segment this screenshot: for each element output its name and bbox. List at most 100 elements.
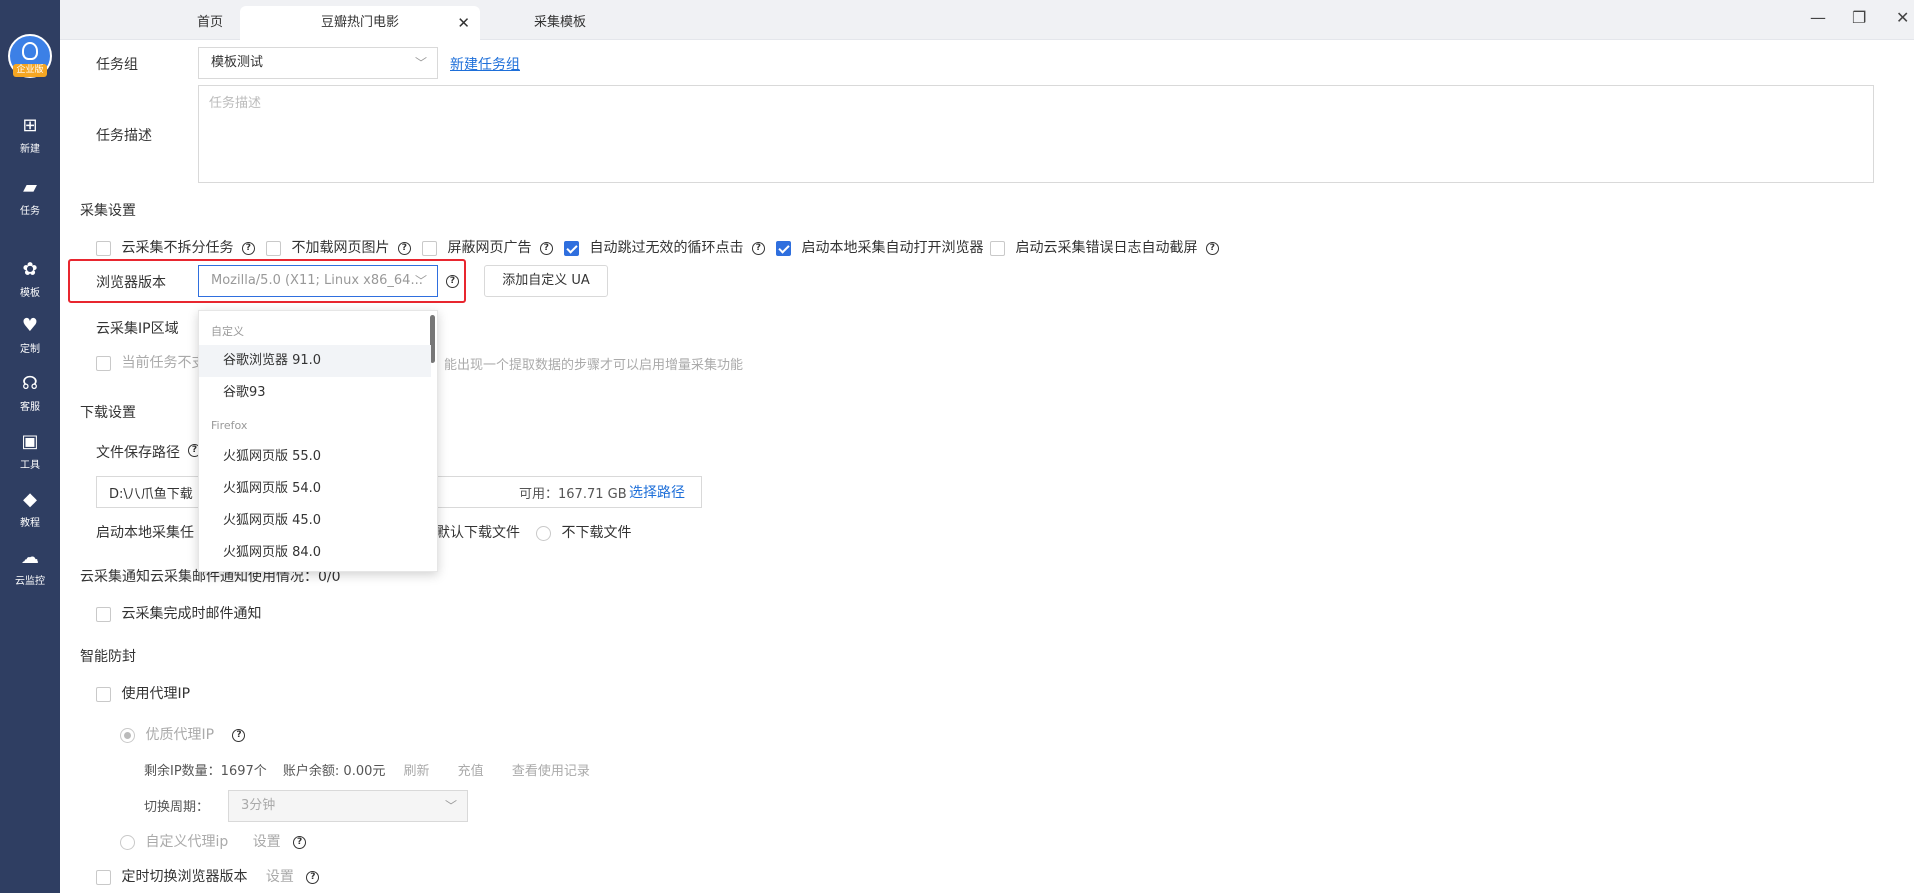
user-icon <box>22 42 38 60</box>
sidebar-item-support[interactable]: ☊ 客服 <box>0 374 60 414</box>
task-desc-textarea[interactable]: 任务描述 <box>198 85 1874 183</box>
timed-switch-settings-link[interactable]: 设置 <box>266 869 294 885</box>
sidebar-item-task[interactable]: ▰ 任务 <box>0 178 60 218</box>
incremental-text-prefix: 当前任务不支 <box>121 355 206 371</box>
checkbox[interactable] <box>96 606 111 622</box>
tab-label: 豆瓣热门电影 <box>320 15 399 30</box>
account-balance: 账户余额: 0.00元 <box>282 764 386 779</box>
sidebar: 企业版 ⊞ 新建 ▰ 任务 ✿ 模板 ♥ 定制 ☊ 客服 ▣ 工具 ◆ 教程 ☁… <box>0 0 60 893</box>
dropdown-item[interactable]: 谷歌93 <box>199 377 431 409</box>
sidebar-item-cloud-monitor[interactable]: ☁ 云监控 <box>0 548 60 588</box>
option-block-ads[interactable]: 屏蔽网页广告 ? <box>422 237 553 257</box>
sidebar-item-label: 工具 <box>20 460 40 471</box>
option-error-screenshot[interactable]: 启动云采集错误日志自动截屏 ? <box>990 237 1219 257</box>
option-label: 使用代理IP <box>121 686 191 702</box>
checkbox-checked[interactable] <box>776 240 791 256</box>
sidebar-item-tutorial[interactable]: ◆ 教程 <box>0 490 60 530</box>
sidebar-item-template[interactable]: ✿ 模板 <box>0 259 60 300</box>
radio <box>120 834 135 850</box>
checkbox <box>96 355 111 371</box>
sidebar-item-label: 新建 <box>20 144 40 155</box>
checkbox[interactable] <box>266 240 281 256</box>
option-label: 云采集完成时邮件通知 <box>121 606 262 622</box>
task-group-label: 任务组 <box>96 57 138 73</box>
option-open-browser[interactable]: 启动本地采集自动打开浏览器 <box>776 237 983 257</box>
dropdown-item[interactable]: 火狐网页版 45.0 <box>199 505 431 537</box>
recharge-link[interactable]: 充值 <box>458 764 484 779</box>
radio[interactable] <box>536 525 551 541</box>
close-icon[interactable]: ✕ <box>457 6 470 40</box>
edition-badge: 企业版 <box>13 64 47 77</box>
chevron-down-icon: ﹀ <box>444 799 457 813</box>
option-no-images[interactable]: 不加载网页图片 ? <box>266 237 411 257</box>
tab-douban[interactable]: 豆瓣热门电影 ✕ <box>240 6 480 40</box>
anti-block-heading: 智能防封 <box>80 649 136 665</box>
tab-templates[interactable]: 采集模板 <box>470 6 650 40</box>
checkbox[interactable] <box>96 686 111 702</box>
sidebar-item-label: 教程 <box>20 518 40 529</box>
task-group-value: 模板测试 <box>211 55 264 70</box>
usage-record-link[interactable]: 查看使用记录 <box>512 764 590 779</box>
custom-proxy-option: 自定义代理ip 设置 ? <box>120 831 307 851</box>
option-label: 启动云采集错误日志自动截屏 <box>1015 240 1198 256</box>
help-icon[interactable]: ? <box>539 241 553 255</box>
dropdown-item[interactable]: 谷歌浏览器 91.0 <box>199 345 431 377</box>
option-label: 自动跳过无效的循环点击 <box>589 240 744 256</box>
option-label: 云采集不拆分任务 <box>121 240 234 256</box>
checkbox[interactable] <box>422 240 437 256</box>
avatar[interactable]: 企业版 <box>8 34 52 78</box>
help-icon[interactable]: ? <box>232 728 246 742</box>
cloud-ip-region-label: 云采集IP区域 <box>96 321 179 337</box>
browser-version-dropdown: 自定义 谷歌浏览器 91.0 谷歌93 Firefox 火狐网页版 55.0 火… <box>198 310 438 572</box>
minimize-icon[interactable]: — <box>1810 8 1826 27</box>
browser-version-select[interactable]: Mozilla/5.0 (X11; Linux x86_64... ﹀ <box>198 265 438 297</box>
template-icon: ✿ <box>22 259 38 280</box>
timed-switch-browser-option[interactable]: 定时切换浏览器版本 设置 ? <box>96 866 320 886</box>
tab-bar: 首页 豆瓣热门电影 ✕ 采集模板 — ❐ ✕ <box>60 0 1914 40</box>
checkbox[interactable] <box>990 240 1005 256</box>
close-window-icon[interactable]: ✕ <box>1896 8 1909 27</box>
option-skip-loop[interactable]: 自动跳过无效的循环点击 ? <box>564 237 765 257</box>
choose-path-link[interactable]: 选择路径 <box>629 482 685 502</box>
help-icon[interactable]: ? <box>1205 241 1219 255</box>
use-proxy-option[interactable]: 使用代理IP <box>96 683 190 703</box>
checkbox[interactable] <box>96 240 111 256</box>
sidebar-item-label: 客服 <box>20 402 40 413</box>
cloud-mail-notice-option[interactable]: 云采集完成时邮件通知 <box>96 603 261 623</box>
dropdown-item[interactable]: 火狐网页版 54.0 <box>199 473 431 505</box>
save-path-value: D:\八爪鱼下载 <box>109 487 193 502</box>
sidebar-item-label: 任务 <box>20 206 40 217</box>
dropdown-item[interactable]: 火狐网页版 84.0 <box>199 537 431 569</box>
radio-selected <box>120 727 135 743</box>
help-icon[interactable]: ? <box>751 241 765 255</box>
incremental-text-suffix: 能出现一个提取数据的步骤才可以启用增量采集功能 <box>444 358 744 373</box>
restore-icon[interactable]: ❐ <box>1852 8 1866 27</box>
sidebar-item-new[interactable]: ⊞ 新建 <box>0 115 60 156</box>
save-path-label: 文件保存路径 <box>96 445 180 461</box>
help-icon[interactable]: ? <box>241 241 255 255</box>
option-label: 启动本地采集自动打开浏览器 <box>801 240 984 256</box>
sidebar-item-custom[interactable]: ♥ 定制 <box>0 316 60 356</box>
sidebar-item-tools[interactable]: ▣ 工具 <box>0 432 60 472</box>
local-start-label: 启动本地采集任 <box>96 525 194 541</box>
help-icon[interactable]: ? <box>446 275 459 288</box>
option-label: 不下载文件 <box>561 525 632 541</box>
no-download-option[interactable]: 不下载文件 <box>536 522 631 542</box>
plus-square-icon: ⊞ <box>22 115 38 136</box>
dropdown-item[interactable]: 火狐网页版 55.0 <box>199 441 431 473</box>
help-icon[interactable]: ? <box>306 870 320 884</box>
proxy-stats: 剩余IP数量：1697个 账户余额: 0.00元 刷新 充值 查看使用记录 <box>144 760 590 779</box>
help-icon[interactable]: ? <box>397 241 411 255</box>
option-cloud-nosplit[interactable]: 云采集不拆分任务 ? <box>96 237 255 257</box>
refresh-link[interactable]: 刷新 <box>404 764 430 779</box>
browser-version-label: 浏览器版本 <box>96 275 166 291</box>
checkbox-checked[interactable] <box>564 240 579 256</box>
task-group-select[interactable]: 模板测试 ﹀ <box>198 47 438 79</box>
add-custom-ua-button[interactable]: 添加自定义 UA <box>484 265 608 297</box>
help-icon[interactable]: ? <box>293 835 307 849</box>
new-task-group-link[interactable]: 新建任务组 <box>450 54 520 74</box>
default-download-option[interactable]: 默认下载文件 <box>436 522 520 542</box>
tab-label: 采集模板 <box>533 15 586 30</box>
custom-proxy-settings-link: 设置 <box>252 834 281 850</box>
checkbox[interactable] <box>96 869 111 885</box>
